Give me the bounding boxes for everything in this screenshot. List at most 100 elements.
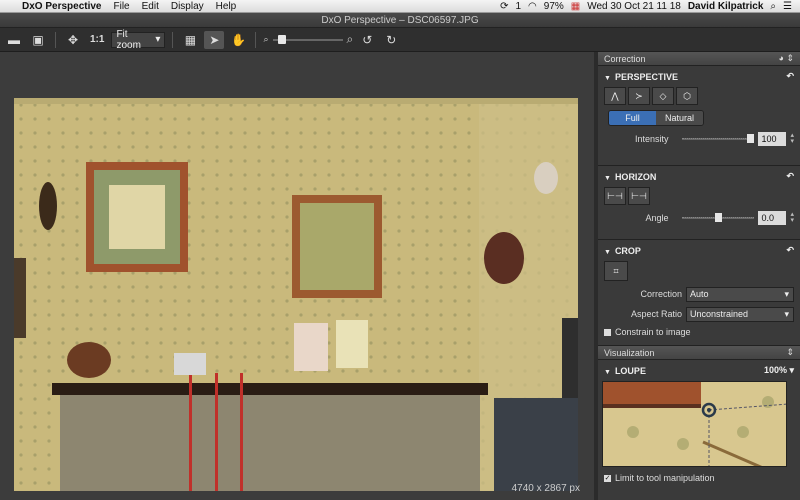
- angle-stepper-icon[interactable]: ▴ ▾: [790, 211, 794, 224]
- loupe-section: ▼ LOUPE 100% ▾ ✓ Limit to tool manipulati: [598, 360, 800, 483]
- zoom-out-icon[interactable]: ⌕: [263, 34, 268, 45]
- collapse-triangle-icon[interactable]: ▼: [604, 369, 611, 376]
- open-folder-icon[interactable]: ▬: [4, 31, 24, 49]
- image-viewer[interactable]: 4740 x 2867 px: [0, 52, 594, 500]
- loupe-zoom-value: 100%: [763, 365, 787, 375]
- crop-title: CROP: [614, 245, 641, 256]
- crop-correction-select[interactable]: Auto ▾: [686, 286, 794, 302]
- intensity-stepper-icon[interactable]: ▴ ▾: [790, 132, 794, 145]
- menu-edit[interactable]: Edit: [142, 1, 159, 12]
- menu-file[interactable]: File: [114, 1, 130, 12]
- panel-resize-icon[interactable]: ⇕: [786, 347, 794, 358]
- chevron-down-icon: ▾: [155, 34, 161, 45]
- crop-tools: ⌗: [604, 261, 794, 281]
- perspective-mode-toggle: Full Natural: [608, 110, 704, 126]
- angle-row: Angle 0.0 ▴ ▾: [604, 209, 794, 227]
- crop-correction-row: Correction Auto ▾: [604, 285, 794, 303]
- image-dimensions: 4740 x 2867 px: [511, 483, 580, 494]
- perspective-vertical-icon[interactable]: ⋀: [604, 87, 626, 105]
- reset-horizon-icon[interactable]: ↶: [786, 171, 794, 182]
- perspective-title: PERSPECTIVE: [614, 71, 678, 82]
- badge-icon[interactable]: 1: [515, 1, 521, 12]
- perspective-eight-point-icon[interactable]: ⬡: [676, 87, 698, 105]
- angle-label: Angle: [645, 213, 669, 223]
- status-badge-count: 1: [515, 0, 522, 12]
- zoom-1to1-button[interactable]: 1:1: [87, 34, 107, 45]
- battery-text: 97%: [543, 0, 564, 12]
- perspective-horizontal-icon[interactable]: ≻: [628, 87, 650, 105]
- crop-icon[interactable]: ⌗: [604, 261, 628, 281]
- wifi-icon[interactable]: ◠: [528, 1, 537, 12]
- menu-bar: DxO Perspective File Edit Display Help ⟳…: [0, 0, 800, 13]
- intensity-slider-thumb[interactable]: [747, 134, 755, 143]
- constrain-checkbox[interactable]: [604, 328, 611, 336]
- perspective-rectangle-icon[interactable]: ◇: [652, 87, 674, 105]
- aspect-ratio-label: Aspect Ratio: [630, 309, 682, 319]
- zoom-slider[interactable]: [272, 32, 343, 48]
- mode-full-button[interactable]: Full: [609, 111, 656, 125]
- chevron-down-icon: ▾: [784, 288, 789, 299]
- grid-icon[interactable]: ▦: [180, 31, 200, 49]
- constrain-checkbox-row[interactable]: Constrain to image: [604, 327, 794, 337]
- flag-icon[interactable]: ▦: [571, 1, 580, 12]
- panel-options-icon[interactable]: ◕ ⇕: [779, 53, 794, 64]
- menu-display[interactable]: Display: [171, 1, 204, 12]
- toolbar-divider: [172, 31, 174, 48]
- intensity-label: Intensity: [634, 134, 669, 144]
- perspective-section: ▼ PERSPECTIVE ↶ ⋀ ≻ ◇ ⬡ Full Natural Inte…: [598, 66, 800, 166]
- angle-value-field[interactable]: 0.0: [758, 211, 787, 225]
- crop-correction-label: Correction: [640, 289, 682, 299]
- notifications-icon[interactable]: ☰: [783, 1, 792, 12]
- intensity-value-field[interactable]: 100: [758, 132, 787, 146]
- limit-checkbox[interactable]: ✓: [604, 474, 611, 482]
- horizon-tools: ⊢⊣ ⊢⊣: [604, 187, 794, 205]
- zoom-mode-select[interactable]: Fit zoom ▾: [111, 28, 166, 51]
- reset-crop-icon[interactable]: ↶: [786, 245, 794, 256]
- toolbar-divider: [255, 31, 257, 48]
- rotate-right-icon[interactable]: ↻: [381, 31, 401, 49]
- reset-perspective-icon[interactable]: ↶: [786, 71, 794, 82]
- horizon-section: ▼ HORIZON ↶ ⊢⊣ ⊢⊣ Angle 0.0 ▴ ▾: [598, 166, 800, 240]
- clock-text[interactable]: Wed 30 Oct 21 11 18: [587, 1, 681, 12]
- sync-icon[interactable]: ⟳: [500, 1, 508, 12]
- horizon-tool-icon[interactable]: ⊢⊣: [604, 187, 626, 205]
- mode-natural-button[interactable]: Natural: [656, 111, 703, 125]
- collapse-triangle-icon[interactable]: ▼: [604, 175, 611, 182]
- move-icon[interactable]: ✥: [63, 31, 83, 49]
- spotlight-icon[interactable]: ⌕: [770, 1, 776, 12]
- window-title: DxO Perspective – DSC06597.JPG: [0, 13, 800, 28]
- app-menu[interactable]: DxO Perspective: [22, 1, 102, 12]
- correction-panel: Correction ◕ ⇕ ▼ PERSPECTIVE ↶ ⋀ ≻ ◇ ⬡ Fu…: [598, 52, 800, 500]
- visualization-panel-header: Visualization ⇕: [598, 346, 800, 360]
- correction-header-label: Correction: [604, 53, 646, 64]
- loupe-header[interactable]: ▼ LOUPE 100% ▾: [598, 364, 800, 377]
- horizon-tool-alt-icon[interactable]: ⊢⊣: [628, 187, 650, 205]
- constrain-label: Constrain to image: [615, 327, 691, 337]
- limit-checkbox-row[interactable]: ✓ Limit to tool manipulation: [604, 473, 800, 483]
- loupe-zoom-select[interactable]: 100% ▾: [764, 365, 794, 376]
- aspect-ratio-value: Unconstrained: [690, 309, 749, 319]
- collapse-triangle-icon[interactable]: ▼: [604, 75, 611, 82]
- zoom-slider-thumb[interactable]: [277, 34, 286, 44]
- angle-slider-thumb[interactable]: [715, 213, 723, 222]
- intensity-slider[interactable]: [682, 133, 755, 145]
- menu-help[interactable]: Help: [216, 1, 237, 12]
- toolbar-divider: [55, 31, 56, 48]
- save-icon[interactable]: ▣: [28, 31, 48, 49]
- intensity-row: Intensity 100 ▴ ▾: [604, 130, 794, 148]
- rotate-left-icon[interactable]: ↺: [357, 31, 377, 49]
- user-name[interactable]: David Kilpatrick: [688, 1, 764, 12]
- zoom-in-icon[interactable]: ⌕: [347, 32, 354, 47]
- perspective-header[interactable]: ▼ PERSPECTIVE ↶: [604, 70, 794, 83]
- select-arrow-icon[interactable]: ➤: [204, 30, 225, 49]
- correction-panel-header: Correction ◕ ⇕: [598, 52, 800, 66]
- zoom-mode-label: Fit zoom: [116, 28, 141, 51]
- toolbar: ▬ ▣ ✥ 1:1 Fit zoom ▾ ▦ ➤ ✋ ⌕ ⌕ ↺ ↻: [0, 28, 800, 52]
- angle-slider[interactable]: [682, 212, 755, 224]
- aspect-ratio-select[interactable]: Unconstrained ▾: [686, 306, 794, 322]
- horizon-header[interactable]: ▼ HORIZON ↶: [604, 170, 794, 183]
- collapse-triangle-icon[interactable]: ▼: [604, 249, 611, 256]
- crop-header[interactable]: ▼ CROP ↶: [604, 244, 794, 257]
- photo-image: [14, 98, 578, 491]
- hand-icon[interactable]: ✋: [228, 31, 248, 49]
